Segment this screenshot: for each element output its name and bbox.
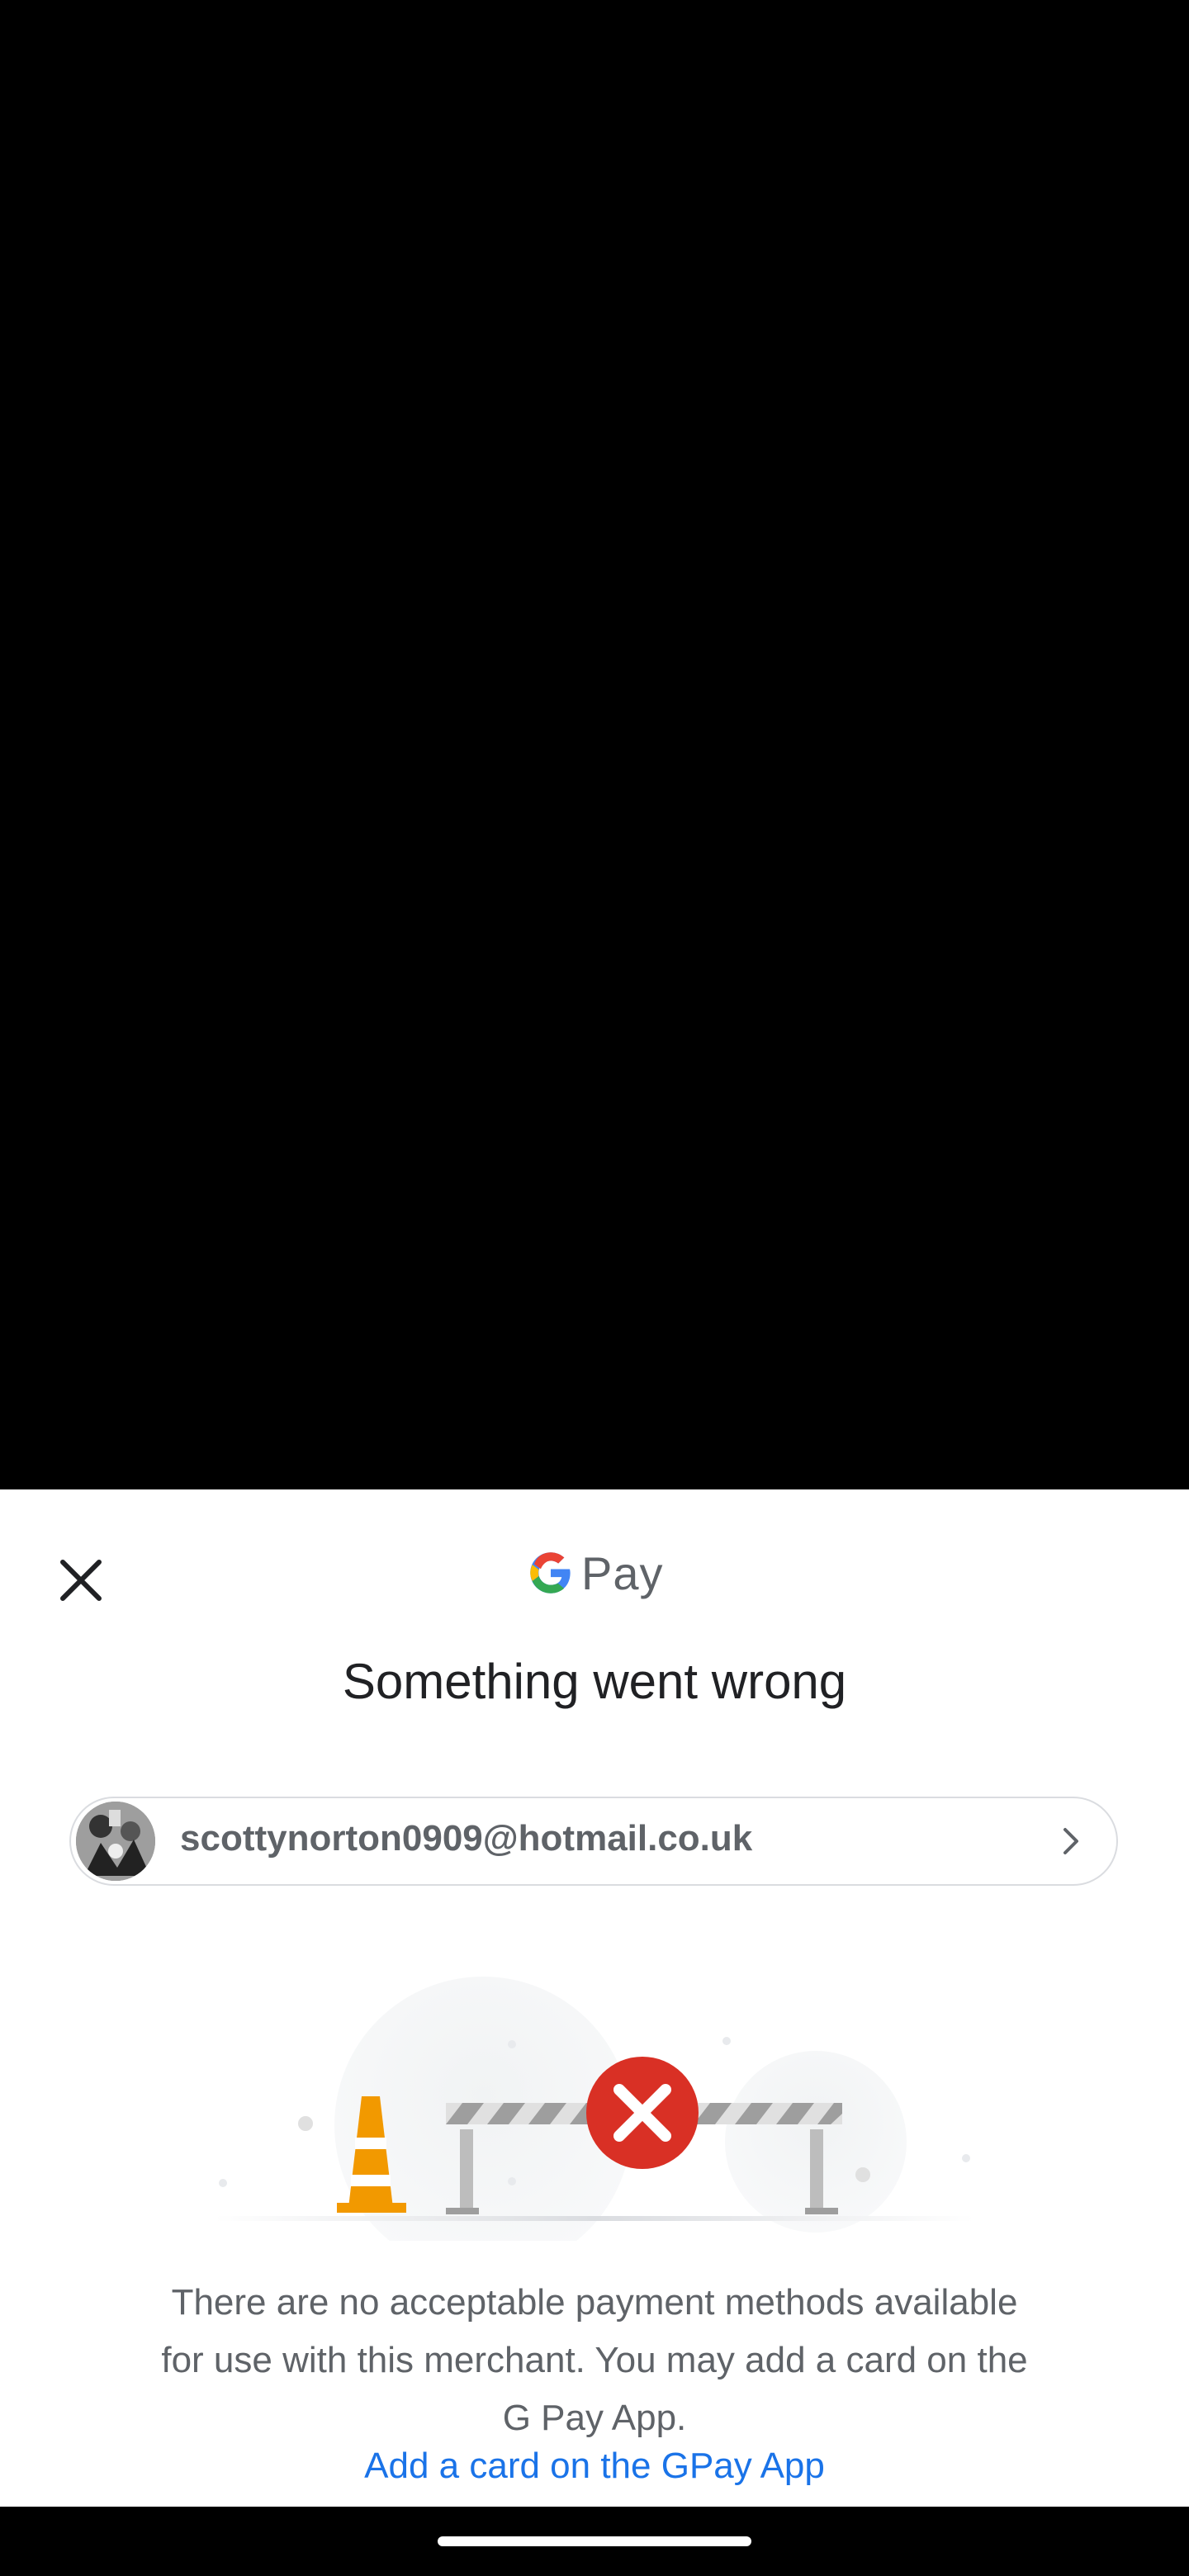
gpay-logo-text: Pay <box>581 1546 664 1599</box>
error-x-icon <box>586 2057 699 2169</box>
close-icon <box>60 1560 102 1601</box>
gpay-logo: Pay <box>528 1544 664 1602</box>
add-card-link[interactable]: Add a card on the GPay App <box>0 2446 1189 2487</box>
background-scrim[interactable] <box>0 0 1189 1489</box>
close-button[interactable] <box>46 1546 116 1615</box>
account-email: scottynorton0909@hotmail.co.uk <box>180 1818 753 1859</box>
navigation-bar <box>0 2507 1189 2576</box>
error-illustration <box>215 1977 974 2241</box>
page-title: Something went wrong <box>342 1654 847 1709</box>
chevron-right-icon <box>1063 1828 1078 1854</box>
google-g-icon <box>530 1552 571 1593</box>
home-gesture-handle[interactable] <box>438 2536 751 2546</box>
gpay-bottom-sheet: Pay Something went wrong scottynorton090… <box>0 1489 1189 2507</box>
avatar <box>76 1802 155 1881</box>
error-message: There are no acceptable payment methods … <box>161 2282 1028 2438</box>
account-selector[interactable]: scottynorton0909@hotmail.co.uk <box>69 1797 1118 1886</box>
